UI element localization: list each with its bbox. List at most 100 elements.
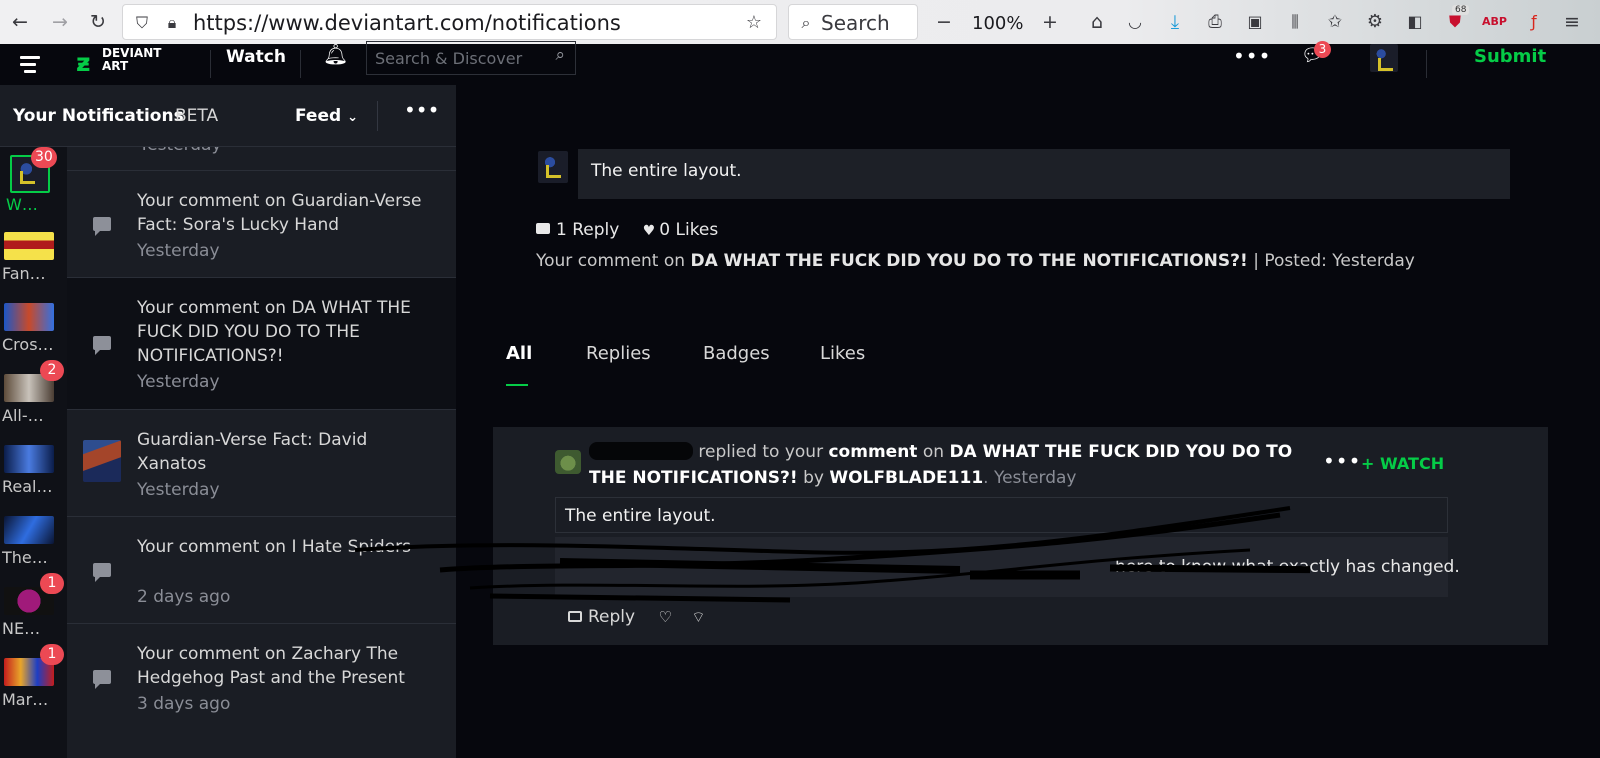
url-text[interactable]: https://www.deviantart.com/notifications	[193, 5, 621, 41]
feed-filter-item[interactable]: 1 NE…	[0, 573, 67, 644]
notification-item[interactable]: Guardian-Verse Fact: David Xanatos Yeste…	[67, 409, 456, 516]
tab-replies[interactable]: Replies	[586, 343, 651, 364]
feed-thumb	[4, 445, 54, 473]
menu-icon[interactable]: ≡	[1560, 0, 1584, 44]
reply-by: by	[803, 468, 824, 488]
reply-button[interactable]: Reply	[588, 607, 635, 627]
feed-count-badge: 1	[40, 573, 64, 594]
notification-item[interactable]: Your comment on I Hate Spiders 2 days ag…	[67, 516, 456, 623]
submit-button[interactable]: Submit	[1474, 44, 1546, 70]
shield-icon[interactable]: ⛉	[131, 1, 153, 45]
reply-action: replied to your	[698, 442, 824, 462]
da-logo-wordmark: DEVIANT ART	[102, 46, 162, 73]
reload-icon[interactable]: ↻	[84, 0, 112, 44]
comment-icon	[568, 611, 582, 622]
sidebar-icon[interactable]: ◧	[1403, 0, 1427, 44]
print-icon[interactable]: ⎙	[1203, 0, 1227, 44]
pocket-icon[interactable]: ◡	[1123, 0, 1147, 44]
quoted-comment: The entire layout.	[555, 497, 1448, 533]
reply-count[interactable]: 1 Reply	[556, 220, 619, 240]
replier-avatar[interactable]	[555, 450, 581, 474]
da-top-bar: ƶ DEVIANTART Watch 🔔︎ ⌕ ••• 💬︎ 3 Submit	[0, 41, 1600, 85]
more-options-icon[interactable]: •••	[1323, 449, 1361, 473]
comment-text: The entire layout.	[591, 161, 742, 181]
messages-count-badge: 3	[1314, 41, 1331, 58]
watch-link[interactable]: Watch	[226, 44, 286, 70]
feed-filter-item[interactable]: 1 Mar…	[0, 644, 67, 715]
forward-icon[interactable]: →	[46, 0, 74, 44]
zoom-in-icon[interactable]: +	[1038, 0, 1062, 44]
comment-link[interactable]: comment	[828, 442, 917, 462]
feed-filter-item[interactable]: Cros…	[0, 289, 67, 360]
tab-badges[interactable]: Badges	[703, 343, 770, 364]
feed-label: All-…	[2, 406, 44, 425]
browser-search[interactable]: ⌕ Search	[788, 4, 918, 40]
notification-text: Your comment on I Hate Spiders	[137, 537, 411, 557]
feed-thumb	[4, 232, 54, 260]
notification-time: 2 days ago	[137, 587, 231, 607]
settings-gear-icon[interactable]: ⚙	[1363, 0, 1387, 44]
commenter-avatar[interactable]	[538, 151, 568, 183]
notification-time: Yesterday	[137, 372, 220, 392]
watch-button[interactable]: + WATCH	[1361, 454, 1444, 473]
bell-icon[interactable]: 🔔︎	[323, 42, 348, 66]
meta-prefix: Your comment on	[536, 251, 686, 271]
download-icon[interactable]: ⤓	[1163, 0, 1187, 44]
feed-filter-column: 30 W… Fan… Cros… 2 All-… Real… The… 1 NE…	[0, 147, 67, 758]
zoom-level[interactable]: 100%	[972, 0, 1023, 48]
notification-item[interactable]: Your comment on Zachary The Hedgehog Pas…	[67, 623, 456, 730]
feed-filter-item[interactable]: Real…	[0, 431, 67, 502]
feed-count-badge: 1	[40, 644, 64, 665]
feed-filter-item[interactable]: 2 All-…	[0, 360, 67, 431]
zoom-out-icon[interactable]: −	[932, 0, 956, 44]
hamburger-icon[interactable]	[20, 56, 40, 77]
search-icon: ⌕	[801, 13, 811, 32]
notification-item[interactable]: Your comment on DA WHAT THE FUCK DID YOU…	[67, 277, 456, 409]
home-icon[interactable]: ⌂	[1085, 0, 1109, 44]
divider	[210, 50, 211, 78]
lock-icon[interactable]: 🔒︎	[161, 1, 183, 45]
feed-dropdown[interactable]: Feed ⌄	[295, 106, 358, 126]
feed-filter-item[interactable]: 30 W…	[0, 147, 67, 218]
author-link[interactable]: WOLFBLADE111	[829, 468, 983, 488]
url-bar[interactable]: ⛉ 🔒︎ https://www.deviantart.com/notifica…	[122, 4, 777, 40]
back-icon[interactable]: ←	[6, 0, 34, 44]
da-search-box[interactable]: ⌕	[366, 41, 576, 75]
flash-icon[interactable]: ƒ	[1522, 0, 1546, 44]
comment-icon	[93, 336, 111, 355]
user-avatar[interactable]	[1370, 44, 1398, 72]
notification-time: Yesterday	[137, 480, 220, 500]
comment-icon	[536, 223, 550, 234]
feed-label: Cros…	[2, 335, 54, 354]
adblock-icon[interactable]: ABP	[1482, 0, 1507, 44]
like-count[interactable]: 0 Likes	[659, 220, 718, 240]
reply-actions: Reply ♡ ⌔	[568, 607, 705, 627]
da-search-input[interactable]	[375, 42, 543, 74]
extension-star-icon[interactable]: ✩	[1323, 0, 1347, 44]
meta-deviation-link[interactable]: DA WHAT THE FUCK DID YOU DO TO THE NOTIF…	[690, 251, 1247, 271]
tag-icon[interactable]: ⌔	[691, 608, 705, 626]
comment-icon	[93, 563, 111, 582]
divider	[377, 101, 378, 131]
notification-item[interactable]: Your comment on Guardian-Verse Fact: Sor…	[67, 170, 456, 277]
browser-search-label: Search	[821, 11, 890, 35]
redacted-username	[589, 442, 693, 460]
tab-all[interactable]: All	[506, 343, 532, 364]
library-icon[interactable]: ⫼	[1283, 0, 1307, 44]
screenshot-icon[interactable]: ▣	[1243, 0, 1267, 44]
tab-likes[interactable]: Likes	[820, 343, 865, 364]
feed-filter-item[interactable]: Fan…	[0, 218, 67, 289]
notification-text: Your comment on Zachary The Hedgehog Pas…	[137, 644, 405, 688]
more-options-icon[interactable]: •••	[404, 98, 439, 122]
heart-outline-icon[interactable]: ♡	[659, 608, 672, 626]
search-icon[interactable]: ⌕	[555, 45, 565, 65]
more-options-icon[interactable]: •••	[1233, 44, 1271, 68]
reply-body: here to know what exactly has changed.	[555, 537, 1460, 597]
chevron-down-icon: ⌄	[347, 110, 358, 125]
feed-filter-item[interactable]: The…	[0, 502, 67, 573]
browser-toolbar: ← → ↻ ⛉ 🔒︎ https://www.deviantart.com/no…	[0, 0, 1600, 44]
bookmark-star-icon[interactable]: ☆	[741, 1, 767, 45]
notification-time: Yesterday	[139, 147, 222, 155]
feed-label: Fan…	[2, 264, 46, 283]
notification-time: Yesterday	[137, 241, 220, 261]
